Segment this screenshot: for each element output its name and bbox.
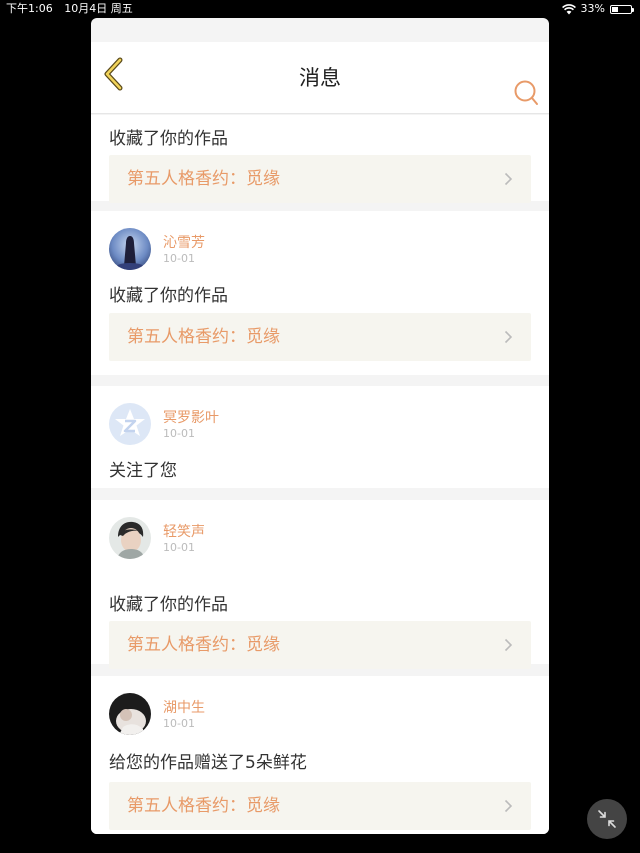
message-action: 收藏了你的作品 <box>109 595 228 615</box>
chevron-right-icon <box>504 330 513 344</box>
avatar[interactable] <box>109 693 151 735</box>
page-title: 消息 <box>299 66 341 90</box>
status-bar: 下午1:06 10月4日 周五 33% <box>0 0 640 18</box>
default-avatar-icon <box>115 409 145 436</box>
work-link[interactable]: 第五人格香约：觅缘 <box>109 621 531 669</box>
battery-icon <box>610 4 634 14</box>
collapse-button[interactable] <box>587 799 627 839</box>
work-title: 第五人格香约：觅缘 <box>127 796 280 816</box>
message-date: 10-01 <box>163 252 195 265</box>
chevron-right-icon <box>504 172 513 186</box>
username[interactable]: 湖中生 <box>163 697 205 717</box>
work-title: 第五人格香约：觅缘 <box>127 169 280 189</box>
chevron-right-icon <box>504 638 513 652</box>
battery-fill <box>612 6 618 12</box>
message-card: 轻笑声 10-01 收藏了你的作品 第五人格香约：觅缘 <box>91 500 549 669</box>
status-left: 下午1:06 10月4日 周五 <box>6 0 133 18</box>
battery-percent: 33% <box>580 2 605 15</box>
chevron-right-icon <box>504 799 513 813</box>
status-right: 33% <box>561 0 634 18</box>
avatar[interactable] <box>109 228 151 270</box>
message-action: 给您的作品赠送了5朵鲜花 <box>109 753 307 773</box>
work-title: 第五人格香约：觅缘 <box>127 635 280 655</box>
message-date: 10-01 <box>163 717 195 730</box>
avatar-image <box>109 693 151 735</box>
work-link[interactable]: 第五人格香约：觅缘 <box>109 782 531 830</box>
message-card: 收藏了你的作品 第五人格香约：觅缘 <box>91 115 549 203</box>
work-title: 第五人格香约：觅缘 <box>127 327 280 347</box>
message-card: 沁雪芳 10-01 收藏了你的作品 第五人格香约：觅缘 <box>91 211 549 375</box>
collapse-icon <box>598 810 616 828</box>
message-card: 冥罗影叶 10-01 关注了您 <box>91 386 549 488</box>
message-date: 10-01 <box>163 541 195 554</box>
username[interactable]: 轻笑声 <box>163 521 205 541</box>
avatar-image <box>109 228 151 270</box>
username[interactable]: 沁雪芳 <box>163 232 205 252</box>
avatar-image <box>109 517 151 559</box>
messages-panel: 消息 收藏了你的作品 第五人格香约：觅缘 沁雪芳 10-01 收藏了你的作品 第… <box>91 18 549 834</box>
nav-bar: 消息 <box>91 42 549 114</box>
status-date: 10月4日 周五 <box>64 2 133 15</box>
message-action: 关注了您 <box>109 461 177 481</box>
work-link[interactable]: 第五人格香约：觅缘 <box>109 313 531 361</box>
wifi-icon <box>561 3 576 14</box>
message-date: 10-01 <box>163 427 195 440</box>
search-icon[interactable] <box>513 80 539 106</box>
message-action: 收藏了你的作品 <box>109 129 228 149</box>
work-link[interactable]: 第五人格香约：觅缘 <box>109 155 531 203</box>
avatar[interactable] <box>109 517 151 559</box>
username[interactable]: 冥罗影叶 <box>163 407 219 427</box>
avatar[interactable] <box>109 403 151 445</box>
message-card: 湖中生 10-01 给您的作品赠送了5朵鲜花 第五人格香约：觅缘 <box>91 676 549 834</box>
message-action: 收藏了你的作品 <box>109 286 228 306</box>
status-time: 下午1:06 <box>6 2 53 15</box>
